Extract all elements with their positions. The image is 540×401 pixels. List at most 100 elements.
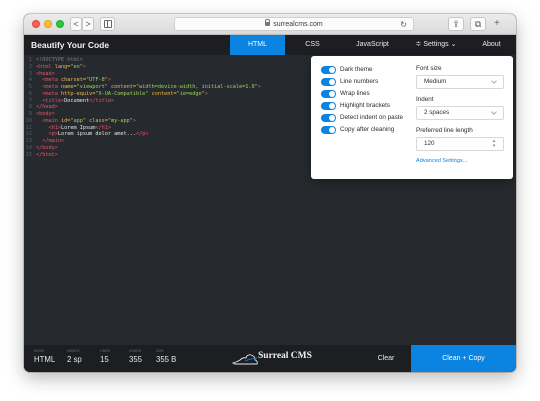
stat-chars: Chars 355 (129, 349, 142, 366)
code-token: </html> (36, 151, 58, 158)
new-tab-icon[interactable]: + (494, 17, 500, 31)
code-token: class= (89, 117, 108, 124)
toggle-switch[interactable] (321, 114, 336, 122)
stat-value: HTML (34, 355, 56, 364)
code-token: id= (61, 117, 71, 124)
surreal-cms-logo[interactable]: Surreal CMS (231, 347, 321, 369)
code-line[interactable]: 8 </head> (24, 104, 261, 111)
minimize-window-button[interactable] (44, 20, 52, 28)
line-number: 13 (25, 138, 32, 144)
code-token: "my-app" (107, 117, 133, 124)
zoom-window-button[interactable] (56, 20, 64, 28)
code-token: "width=device-width, initial-scale=1.0" (135, 84, 258, 90)
line-number: 8 (28, 104, 32, 111)
app-title: Beautify Your Code (31, 40, 110, 50)
stat-value: 15 (100, 355, 109, 364)
stat-value: 355 (129, 355, 143, 364)
code-token: Lorem ipsum dolor amet... (57, 131, 136, 138)
line-length-input[interactable]: 120 ▴ ▾ (416, 137, 504, 151)
code-line[interactable]: 15 </html> (24, 152, 261, 159)
line-number: 6 (28, 90, 32, 97)
tab-css[interactable]: CSS (285, 35, 340, 55)
code-token: </title> (89, 97, 115, 104)
code-token: <meta (42, 90, 61, 97)
share-icon[interactable]: ⇪ (448, 17, 464, 31)
code-token: http-equiv= (61, 90, 96, 97)
code-line[interactable]: 6 <meta http-equiv="X-UA-Compatible" con… (24, 91, 261, 98)
stat-lines: Lines 15 (100, 349, 110, 366)
code-line[interactable]: 2 <html lang="en"> (24, 64, 261, 71)
stat-indent: Indent 2 sp (67, 349, 82, 366)
code-token: "en" (70, 63, 83, 70)
line-number: 11 (25, 124, 32, 131)
toggle-switch[interactable] (321, 90, 336, 98)
code-token: "ie=edge" (176, 90, 205, 97)
clean-copy-button[interactable]: Clean + Copy (411, 345, 516, 372)
font-size-value: Medium (424, 78, 447, 85)
advanced-settings-link[interactable]: Advanced Settings... (416, 158, 467, 164)
code-token: </main> (42, 138, 65, 144)
browser-window: < > surrealcms.com ↻ ⇪ ⧉ + Beautify Your… (24, 14, 516, 372)
code-line[interactable]: 7 <title>Document</title> (24, 98, 261, 105)
code-token: </p> (135, 131, 149, 138)
code-token: <meta (42, 84, 61, 90)
code-line[interactable]: 12 <p>Lorem ipsum dolor amet...</p> (24, 131, 261, 138)
code-line[interactable]: 3 <head> (24, 71, 261, 78)
stepper-icon[interactable]: ▴ ▾ (491, 139, 497, 149)
line-length-label: Preferred line length (416, 127, 473, 134)
tabs-icon[interactable]: ⧉ (470, 17, 486, 31)
code-token: </body> (36, 144, 58, 151)
clear-button[interactable]: Clear (361, 345, 411, 372)
code-token: > (257, 84, 261, 90)
code-token: </head> (36, 104, 58, 111)
code-line[interactable]: 14 </body> (24, 145, 261, 152)
toggle-label: Highlight brackets (340, 102, 391, 109)
indent-select[interactable]: 2 spaces (416, 106, 504, 120)
code-line[interactable]: 9 <body> (24, 111, 261, 118)
code-token: "X-UA-Compatible" (95, 90, 152, 97)
code-token: <html (36, 63, 55, 70)
address-bar[interactable]: surrealcms.com ↻ (174, 17, 414, 31)
code-line[interactable]: 11 <h1>Lorem Ipsum</h1> (24, 125, 261, 132)
chevron-down-icon (491, 109, 497, 115)
toggle-switch[interactable] (321, 66, 336, 74)
code-token: > (107, 77, 111, 84)
close-window-button[interactable] (32, 20, 40, 28)
line-number: 3 (28, 70, 32, 77)
code-token: "app" (70, 117, 90, 124)
tab-settings[interactable]: ≑ Settings ⌄ (405, 35, 467, 55)
font-size-select[interactable]: Medium (416, 75, 504, 89)
code-lines[interactable]: 1 <!DOCTYPE html> 2 <html lang="en"> 3 <head>… (24, 57, 261, 158)
app-header: Beautify Your Code HTML CSS JavaScript ≑… (24, 35, 516, 55)
stat-value: 2 sp (67, 355, 82, 364)
stat-size: Size 355 B (156, 349, 176, 366)
line-number: 7 (28, 97, 32, 104)
indent-label: Indent (416, 96, 434, 103)
code-line[interactable]: 1 <!DOCTYPE html> (24, 57, 261, 64)
toggle-label: Wrap lines (340, 90, 370, 97)
code-line[interactable]: 5 <meta name="viewport" content="width=d… (24, 84, 261, 91)
tab-about[interactable]: About (467, 35, 516, 55)
status-bar: Mode HTML Indent 2 sp Lines 15 Chars 355… (24, 345, 516, 372)
tab-javascript[interactable]: JavaScript (340, 35, 405, 55)
toggle-switch[interactable] (321, 126, 336, 134)
code-token: <meta (42, 77, 61, 84)
code-line[interactable]: 10 <main id="app" class="my-app"> (24, 118, 261, 125)
tab-html[interactable]: HTML (230, 35, 285, 55)
toggle-label: Line numbers (340, 78, 379, 85)
code-token: > (204, 90, 208, 97)
reload-icon[interactable]: ↻ (400, 18, 407, 31)
forward-icon[interactable]: > (82, 17, 94, 31)
stat-value: 355 B (156, 355, 177, 364)
code-token: > (132, 117, 136, 124)
sidebar-icon[interactable] (100, 17, 115, 31)
font-size-label: Font size (416, 65, 442, 72)
toggle-switch[interactable] (321, 102, 336, 110)
toggle-switch[interactable] (321, 78, 336, 86)
code-token: content= (151, 90, 177, 97)
back-icon[interactable]: < (70, 17, 82, 31)
line-number: 15 (25, 151, 32, 158)
code-token: > (82, 63, 86, 70)
code-line[interactable]: 13 </main> (24, 138, 261, 145)
code-line[interactable]: 4 <meta charset="UTF-8"> (24, 77, 261, 84)
